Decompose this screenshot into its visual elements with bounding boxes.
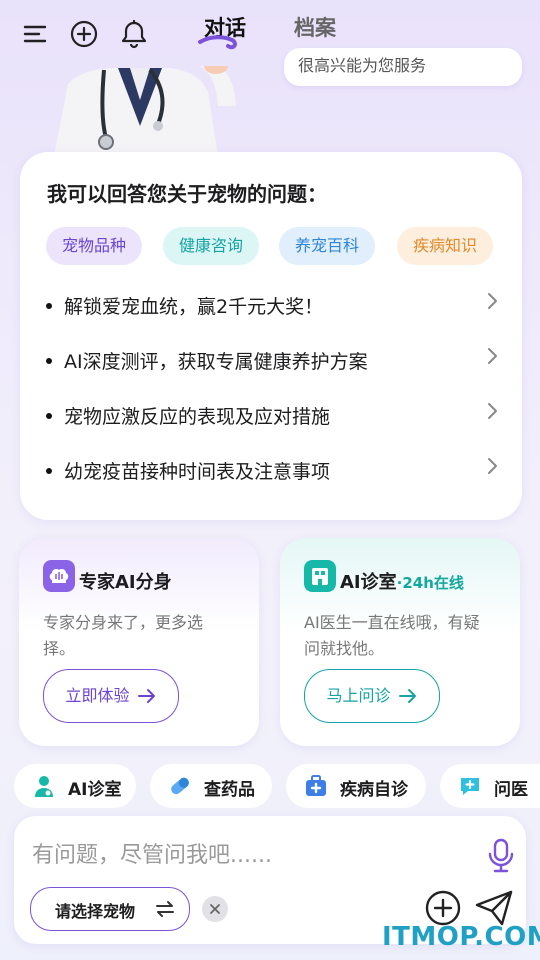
try-now-button[interactable]: 立即体验 [43,669,179,723]
pet-select-button[interactable]: 请选择宠物 [30,887,190,931]
watermark-logo: ITMOP.COM [382,922,540,952]
consult-now-label: 马上问诊 [326,686,391,705]
feature-desc: AI医生一直在线哦，有疑问就找他。 [304,613,480,658]
shortcut-drug-lookup[interactable]: 查药品 [150,764,272,808]
consult-now-button[interactable]: 马上问诊 [304,669,440,723]
bullet [46,468,52,474]
bell-icon[interactable] [118,18,150,50]
expert-ai-card[interactable]: 专家AI分身 专家分身来了，更多选择。 立即体验 [19,538,259,746]
microphone-icon[interactable] [486,838,516,874]
chip-health-consult[interactable]: 健康咨询 [163,227,260,265]
question-text: 宠物应激反应的表现及应对措施 [64,406,331,428]
tab-archive[interactable]: 档案 [294,12,336,42]
ai-clinic-card[interactable]: AI诊室·24h在线 AI医生一直在线哦，有疑问就找他。 马上问诊 [280,538,520,746]
shortcut-label: 疾病自诊 [340,780,408,800]
chat-plus-icon [461,778,479,795]
shortcut-bar: AI诊室 查药品 疾病自诊 问医 [0,760,540,810]
feature-title-text: 专家AI分身 [79,572,172,593]
doctor-icon [35,776,53,797]
chevron-right-icon [488,458,497,474]
menu-icon[interactable] [20,18,52,50]
question-text: 幼宠疫苗接种时间表及注意事项 [64,461,331,483]
clinic-icon [304,560,336,592]
chip-disease-knowledge[interactable]: 疾病知识 [397,227,494,265]
clear-pet-button[interactable] [202,896,228,922]
tab-active-indicator [198,35,237,50]
chevron-right-icon [488,348,497,364]
feature-title-text: AI诊室 [340,572,397,593]
try-now-label: 立即体验 [65,686,130,705]
faq-title: 我可以回答您关于宠物的问题： [47,182,327,206]
chip-pet-encyclopedia[interactable]: 养宠百科 [279,227,376,265]
arrow-right-icon [137,689,155,703]
pet-select-label: 请选择宠物 [55,902,136,921]
chip-pet-breed[interactable]: 宠物品种 [46,227,143,265]
feature-title: 专家AI分身 [79,568,172,594]
chevron-right-icon [488,293,497,309]
close-icon [210,904,220,914]
shortcut-self-diagnosis[interactable]: 疾病自诊 [286,764,426,808]
add-attachment-icon[interactable] [425,890,461,926]
brain-icon [43,560,75,592]
pill-icon [171,777,189,795]
question-text: 解锁爱宠血统，赢2千元大奖！ [64,296,324,318]
bullet [46,358,52,364]
doctor-avatar [40,66,240,156]
shortcut-ai-clinic[interactable]: AI诊室 [14,764,136,808]
faq-card: 我可以回答您关于宠物的问题： 宠物品种 健康咨询 养宠百科 疾病知识 解锁爱宠血… [20,152,522,520]
question-item[interactable]: 幼宠疫苗接种时间表及注意事项 [46,450,497,490]
send-icon[interactable] [474,890,514,926]
shortcut-label: 查药品 [204,780,255,800]
question-item[interactable]: 宠物应激反应的表现及应对措施 [46,395,497,435]
online-badge: ·24h在线 [396,574,464,592]
shortcut-label: AI诊室 [68,780,122,800]
swap-icon [156,901,174,917]
chevron-right-icon [488,403,497,419]
question-text: AI深度测评，获取专属健康养护方案 [64,351,368,373]
medkit-icon [306,775,326,796]
greeting-text: 很高兴能为您服务 [298,56,427,75]
question-item[interactable]: 解锁爱宠血统，赢2千元大奖！ [46,285,497,325]
feature-desc: 专家分身来了，更多选择。 [43,613,204,658]
feature-title: AI诊室·24h在线 [340,568,464,594]
bullet [46,303,52,309]
question-item[interactable]: AI深度测评，获取专属健康养护方案 [46,340,497,380]
add-circle-icon[interactable] [68,18,100,50]
shortcut-ask-doctor[interactable]: 问医 [440,764,540,808]
question-input[interactable] [30,836,454,874]
arrow-right-icon [398,689,416,703]
bullet [46,413,52,419]
shortcut-label: 问医 [494,780,528,800]
greeting-bubble: 很高兴能为您服务 [284,48,522,86]
